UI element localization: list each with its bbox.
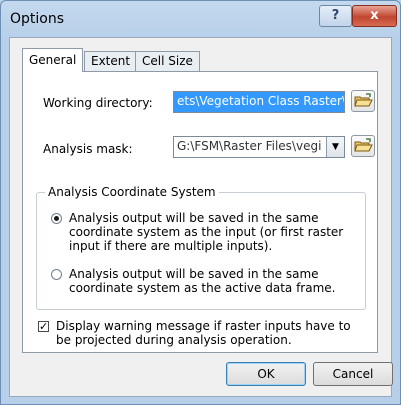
- coordinate-system-group: Analysis Coordinate System Analysis outp…: [36, 185, 366, 310]
- help-button[interactable]: ?: [319, 5, 352, 27]
- general-tab-panel: Working directory: ets\Vegetation Class …: [22, 71, 378, 353]
- title-bar[interactable]: Options ? x: [1, 1, 400, 37]
- radio-same-as-data-frame-label[interactable]: Analysis output will be saved in the sam…: [69, 267, 359, 295]
- coordinate-system-group-label: Analysis Coordinate System: [45, 185, 219, 199]
- radio-same-as-data-frame[interactable]: [51, 269, 62, 280]
- analysis-mask-select[interactable]: G:\FSM\Raster Files\vegi ▼: [173, 136, 345, 158]
- analysis-mask-label: Analysis mask:: [43, 142, 133, 156]
- radio-same-as-input[interactable]: [51, 213, 62, 224]
- analysis-mask-value: G:\FSM\Raster Files\vegi: [177, 139, 322, 153]
- warning-checkbox-label[interactable]: Display warning message if raster inputs…: [56, 319, 366, 347]
- tab-cell-size[interactable]: Cell Size: [135, 51, 200, 71]
- options-dialog: Options ? x General Extent Cell Size Wor…: [0, 0, 401, 405]
- tab-extent[interactable]: Extent: [84, 51, 138, 71]
- tab-extent-label: Extent: [91, 54, 131, 68]
- working-directory-value: ets\Vegetation Class Raster\: [177, 94, 345, 108]
- ok-button[interactable]: OK: [226, 362, 306, 386]
- window-title: Options: [10, 11, 65, 27]
- browse-analysis-mask-button[interactable]: [351, 135, 375, 157]
- open-folder-icon: [354, 93, 373, 107]
- tab-cell-size-label: Cell Size: [142, 54, 193, 68]
- cancel-button[interactable]: Cancel: [313, 362, 393, 386]
- working-directory-label: Working directory:: [43, 96, 153, 110]
- working-directory-input[interactable]: ets\Vegetation Class Raster\: [173, 91, 345, 113]
- tab-general[interactable]: General: [22, 48, 84, 72]
- open-folder-icon: [354, 138, 373, 152]
- tab-general-label: General: [29, 53, 77, 67]
- close-button[interactable]: x: [352, 5, 397, 27]
- ok-button-label: OK: [257, 367, 275, 381]
- chevron-down-icon[interactable]: ▼: [326, 137, 344, 157]
- radio-same-as-input-label[interactable]: Analysis output will be saved in the sam…: [69, 211, 359, 253]
- help-icon: ?: [331, 8, 340, 23]
- warning-checkbox[interactable]: ✓: [38, 321, 49, 332]
- dialog-client-area: General Extent Cell Size Working directo…: [9, 37, 393, 397]
- close-icon: x: [370, 8, 379, 23]
- cancel-button-label: Cancel: [332, 367, 374, 381]
- browse-working-directory-button[interactable]: [351, 90, 375, 112]
